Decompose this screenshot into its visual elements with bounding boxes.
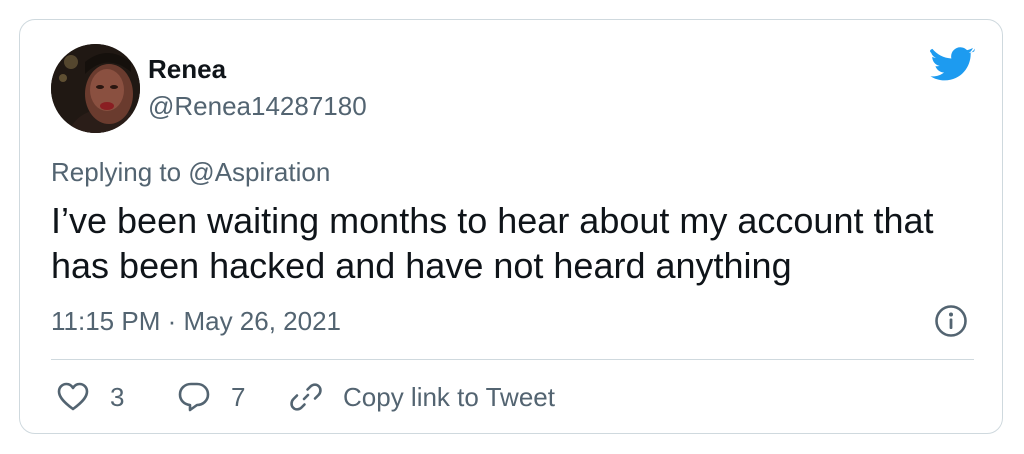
tweet-card[interactable]: Renea @Renea14287180 Replying to @Aspira… bbox=[19, 19, 1003, 434]
user-handle[interactable]: @Renea14287180 bbox=[148, 91, 367, 121]
twitter-bird-icon[interactable] bbox=[929, 47, 975, 85]
reply-button[interactable]: 7 bbox=[177, 380, 245, 414]
copy-link-label: Copy link to Tweet bbox=[343, 382, 555, 412]
tweet-timestamp[interactable]: 11:15 PM · May 26, 2021 bbox=[51, 306, 341, 336]
avatar-photo bbox=[51, 44, 140, 133]
avatar[interactable] bbox=[51, 44, 140, 133]
info-icon[interactable] bbox=[934, 304, 968, 338]
user-display-name[interactable]: Renea bbox=[148, 54, 226, 84]
replying-to[interactable]: Replying to @Aspiration bbox=[51, 157, 330, 187]
divider bbox=[51, 359, 974, 360]
like-button[interactable]: 3 bbox=[56, 380, 124, 414]
copy-link-button[interactable]: Copy link to Tweet bbox=[289, 380, 555, 414]
like-count: 3 bbox=[110, 382, 125, 412]
speech-bubble-icon bbox=[178, 382, 210, 412]
heart-icon bbox=[57, 382, 89, 411]
reply-count: 7 bbox=[231, 382, 246, 412]
tweet-text: I’ve been waiting months to hear about m… bbox=[51, 200, 934, 286]
link-icon bbox=[290, 383, 322, 411]
